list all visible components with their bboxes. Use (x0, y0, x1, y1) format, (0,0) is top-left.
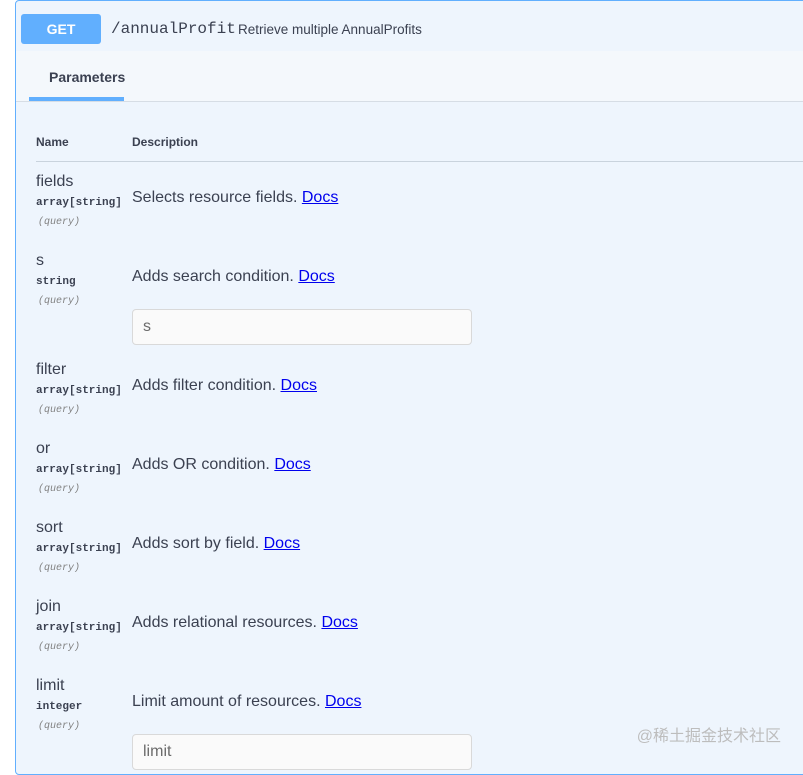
param-description: Adds search condition. Docs (132, 268, 335, 285)
param-name: or (36, 440, 51, 457)
column-header-name: Name (36, 135, 69, 149)
param-location: (query) (38, 484, 81, 495)
param-name: s (36, 252, 44, 269)
param-type: array[string] (36, 197, 122, 209)
param-description: Limit amount of resources. Docs (132, 693, 362, 710)
param-name: join (36, 598, 61, 615)
param-location: (query) (38, 296, 81, 307)
limit-input[interactable] (132, 734, 472, 770)
docs-link[interactable]: Docs (281, 377, 317, 394)
tab-label: Parameters (49, 69, 126, 85)
docs-link[interactable]: Docs (321, 614, 357, 631)
method-badge: GET (21, 14, 101, 44)
tab-parameters[interactable]: Parameters (29, 51, 126, 101)
param-type: integer (36, 701, 83, 713)
header-divider (36, 161, 803, 162)
param-description: Adds relational resources. Docs (132, 614, 358, 631)
s-input[interactable] (132, 309, 472, 345)
operation-block: GET /annualProfit Retrieve multiple Annu… (15, 0, 803, 775)
param-type: array[string] (36, 622, 122, 634)
operation-summary-text: Retrieve multiple AnnualProfits (238, 22, 422, 37)
param-location: (query) (38, 563, 81, 574)
param-name: fields (36, 173, 74, 190)
param-location: (query) (38, 721, 81, 732)
param-type: string (36, 276, 76, 288)
parameters-section-header: Parameters (16, 51, 803, 102)
param-location: (query) (38, 217, 81, 228)
param-name: limit (36, 677, 65, 694)
docs-link[interactable]: Docs (264, 535, 300, 552)
docs-link[interactable]: Docs (302, 189, 338, 206)
docs-link[interactable]: Docs (274, 456, 310, 473)
param-description: Selects resource fields. Docs (132, 189, 339, 206)
operation-summary[interactable]: GET /annualProfit Retrieve multiple Annu… (16, 1, 803, 52)
param-description: Adds OR condition. Docs (132, 456, 311, 473)
param-location: (query) (38, 405, 81, 416)
operation-path: /annualProfit (111, 20, 236, 38)
param-type: array[string] (36, 543, 122, 555)
param-type: array[string] (36, 464, 122, 476)
docs-link[interactable]: Docs (325, 693, 361, 710)
watermark: @稀土掘金技术社区 (636, 728, 781, 745)
param-name: filter (36, 361, 67, 378)
param-type: array[string] (36, 385, 122, 397)
param-description: Adds filter condition. Docs (132, 377, 317, 394)
param-description: Adds sort by field. Docs (132, 535, 301, 552)
param-location: (query) (38, 642, 81, 653)
column-header-description: Description (132, 135, 199, 149)
param-name: sort (36, 519, 63, 536)
docs-link[interactable]: Docs (298, 268, 334, 285)
